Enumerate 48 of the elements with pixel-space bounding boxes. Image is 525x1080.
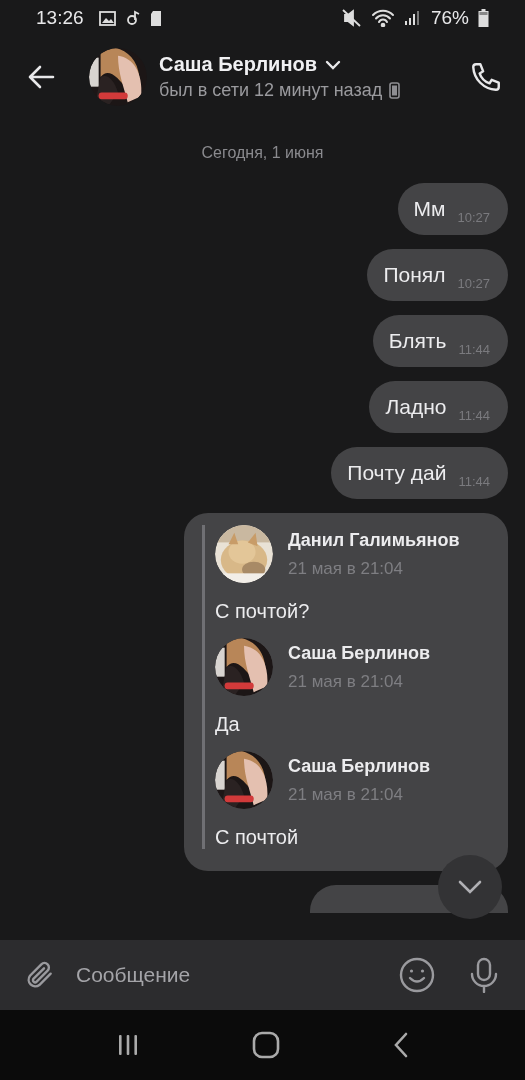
microphone-icon[interactable] [469,957,499,993]
message-text: Понял [383,263,446,287]
message-text: Мм [413,197,446,221]
message-time: 10:27 [457,276,490,291]
back-arrow-icon[interactable] [27,65,55,89]
date-separator: Сегодня, 1 июня [201,144,324,162]
mute-icon [341,9,362,27]
forwarded-message-bubble[interactable]: Данил Галимьянов 21 мая в 21:04 С почтой? Саша Берлинов 21 мая в 21:04 Да Саша Берлинов 21 мая в 21:04 С почтой [184,513,508,871]
author-name: Саша Берлинов [288,642,431,664]
message-text: Блять [388,329,447,353]
last-seen-status: был в сети 12 минут назад [159,80,383,101]
chevron-down-icon [457,879,483,895]
contact-name[interactable]: Саша Берлинов [159,53,317,76]
message-date: 21 мая в 21:04 [288,558,404,579]
message-date: 21 мая в 21:04 [288,671,404,692]
emoji-icon[interactable] [399,957,435,993]
message-bubble[interactable]: Блять 11:44 [372,315,508,367]
sd-card-icon [149,9,162,27]
message-bubble[interactable]: Понял 10:27 [367,249,508,301]
message-composer[interactable]: Сообщение [0,940,525,1010]
message-text: Почту дай [347,461,447,485]
wifi-icon [370,9,395,27]
message-text: Ладно [385,395,447,419]
message-time: 11:44 [458,408,490,423]
message-bubble[interactable]: Почту дай 11:44 [331,447,508,499]
author-name: Данил Галимьянов [288,529,460,551]
home-icon[interactable] [252,1031,281,1059]
back-icon[interactable] [392,1032,409,1058]
message-text: С почтой? [215,600,311,623]
chevron-down-icon[interactable] [324,59,341,70]
battery-icon [478,9,489,27]
phone-device-icon [389,82,401,99]
message-bubble[interactable]: Мм 10:27 [397,183,508,235]
message-text: Да [215,713,241,736]
message-time: 11:44 [458,474,490,489]
message-time: 10:27 [457,210,490,225]
message-bubble[interactable]: Ладно 11:44 [369,381,508,433]
signal-icon [403,10,420,26]
message-text: С почтой [215,826,300,849]
image-icon [98,10,116,26]
clock-time: 13:26 [36,7,84,29]
message-date: 21 мая в 21:04 [288,784,404,805]
author-name: Саша Берлинов [288,755,431,777]
phone-icon[interactable] [469,60,503,94]
message-time: 11:44 [458,342,490,357]
message-input[interactable]: Сообщение [76,955,383,995]
battery-percent: 76% [430,7,469,29]
music-note-icon [124,10,141,26]
